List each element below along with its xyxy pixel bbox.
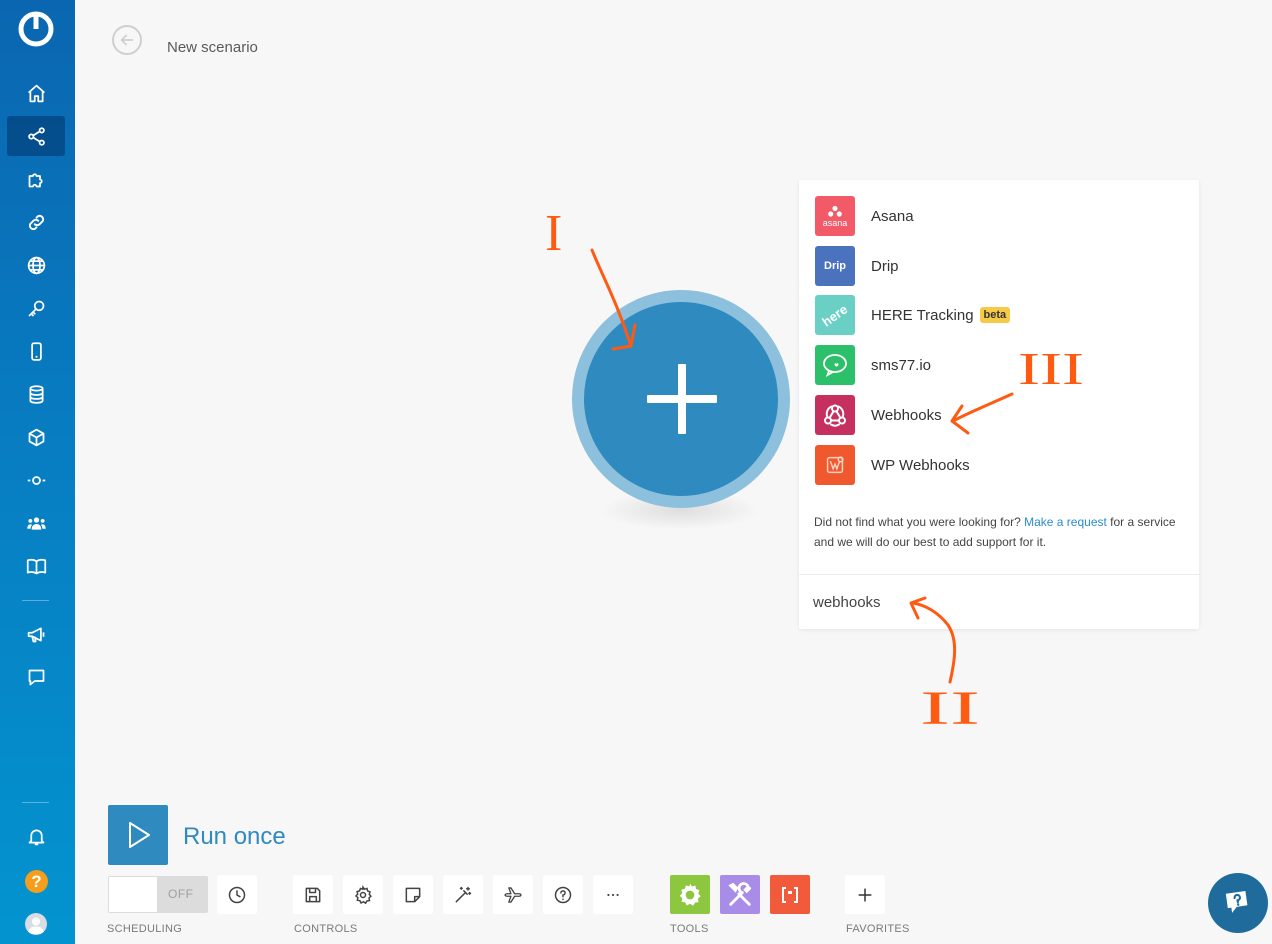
- save-icon: [305, 887, 321, 902]
- schedule-clock-button[interactable]: [217, 875, 257, 914]
- make-logo[interactable]: [17, 10, 55, 48]
- settings-button[interactable]: [343, 875, 383, 914]
- scheduling-toggle[interactable]: OFF: [108, 876, 208, 913]
- drip-icon: Drip: [815, 246, 855, 286]
- question-icon: [554, 886, 572, 903]
- add-module-button[interactable]: [584, 302, 778, 496]
- wp-webhooks-icon: [815, 445, 855, 485]
- result-drip[interactable]: Drip Drip: [815, 246, 1185, 286]
- controls-label: CONTROLS: [294, 923, 358, 935]
- gear-icon: [354, 884, 372, 904]
- result-webhooks[interactable]: Webhooks: [815, 395, 1185, 435]
- webhooks-icon: [815, 395, 855, 435]
- book-icon[interactable]: [7, 546, 65, 586]
- text-parser-tool[interactable]: [770, 875, 810, 914]
- link-icon[interactable]: [7, 202, 65, 242]
- help-icon[interactable]: ?: [25, 870, 48, 893]
- cube-icon[interactable]: [7, 417, 65, 457]
- sidebar: ?: [0, 0, 75, 944]
- save-button[interactable]: [293, 875, 333, 914]
- wrench-screwdriver-icon: [728, 881, 752, 906]
- result-name: sms77.io: [871, 356, 932, 374]
- more-icon: [607, 893, 619, 896]
- database-icon[interactable]: [7, 374, 65, 414]
- chat-icon[interactable]: [7, 657, 65, 697]
- here-icon: here: [815, 295, 855, 335]
- notes-button[interactable]: [393, 875, 433, 914]
- auto-align-button[interactable]: [443, 875, 483, 914]
- chat-bubble-icon: [815, 345, 855, 385]
- clock-icon: [228, 886, 246, 903]
- result-name: Drip: [871, 257, 899, 275]
- result-wp-webhooks[interactable]: WP Webhooks: [815, 445, 1185, 485]
- gear-icon: [679, 883, 701, 906]
- app-search-panel: asana Asana Drip Drip here HERE Tracking…: [799, 180, 1199, 629]
- make-request-link[interactable]: Make a request: [1024, 515, 1107, 529]
- drip-icon-text: Drip: [824, 260, 846, 272]
- result-name: WP Webhooks: [871, 456, 970, 474]
- result-name: HERE Tracking: [871, 306, 974, 324]
- explain-flow-button[interactable]: [493, 875, 533, 914]
- asana-icon: asana: [815, 196, 855, 236]
- key-icon[interactable]: [7, 288, 65, 328]
- brackets-icon: [782, 886, 798, 903]
- result-asana[interactable]: asana Asana: [815, 196, 1185, 236]
- run-once-label[interactable]: Run once: [183, 823, 286, 851]
- globe-icon[interactable]: [7, 245, 65, 285]
- nav-divider: [22, 802, 49, 803]
- add-favorite-button[interactable]: [845, 875, 885, 914]
- commit-icon[interactable]: [7, 460, 65, 500]
- panel-divider: [799, 574, 1199, 575]
- megaphone-icon[interactable]: [7, 614, 65, 654]
- favorites-label: FAVORITES: [846, 923, 910, 935]
- result-sms77[interactable]: sms77.io: [815, 345, 1185, 385]
- play-icon: [129, 822, 150, 848]
- airplane-icon: [504, 886, 522, 903]
- result-here-tracking[interactable]: here HERE Tracking beta: [815, 295, 1185, 335]
- tools-tool[interactable]: [720, 875, 760, 914]
- note-icon: [405, 887, 421, 902]
- scenario-title[interactable]: New scenario: [167, 39, 258, 56]
- share-icon[interactable]: [7, 116, 65, 156]
- here-icon-text: here: [819, 300, 851, 330]
- nav-divider: [22, 600, 49, 601]
- not-found-message: Did not find what you were looking for? …: [814, 512, 1184, 552]
- more-button[interactable]: [593, 875, 633, 914]
- result-name: Asana: [871, 207, 914, 225]
- scheduling-label: SCHEDULING: [107, 923, 183, 935]
- beta-badge: beta: [979, 307, 1011, 323]
- result-name: Webhooks: [871, 406, 942, 424]
- chat-bubble-icon: [1225, 891, 1248, 913]
- plus-icon: [858, 887, 872, 902]
- run-once-button[interactable]: [108, 805, 168, 865]
- toggle-state: OFF: [168, 887, 194, 901]
- support-chat-button[interactable]: [1208, 873, 1268, 933]
- team-icon[interactable]: [7, 503, 65, 543]
- help-button[interactable]: [543, 875, 583, 914]
- flow-control-tool[interactable]: [670, 875, 710, 914]
- app-search-input[interactable]: [813, 588, 1183, 616]
- mobile-device-icon[interactable]: [7, 331, 65, 371]
- magic-wand-icon: [455, 886, 472, 902]
- asana-icon-text: asana: [822, 217, 848, 228]
- back-arrow-icon[interactable]: [112, 25, 142, 55]
- avatar[interactable]: [25, 913, 47, 935]
- bell-icon[interactable]: [7, 816, 65, 856]
- not-found-prefix: Did not find what you were looking for?: [814, 515, 1025, 529]
- annotation-label-2: II: [920, 682, 980, 735]
- home-icon[interactable]: [7, 73, 65, 113]
- annotation-label-1: I: [545, 205, 562, 262]
- tools-label: TOOLS: [670, 923, 709, 935]
- toggle-knob: [109, 877, 157, 912]
- puzzle-icon[interactable]: [7, 159, 65, 199]
